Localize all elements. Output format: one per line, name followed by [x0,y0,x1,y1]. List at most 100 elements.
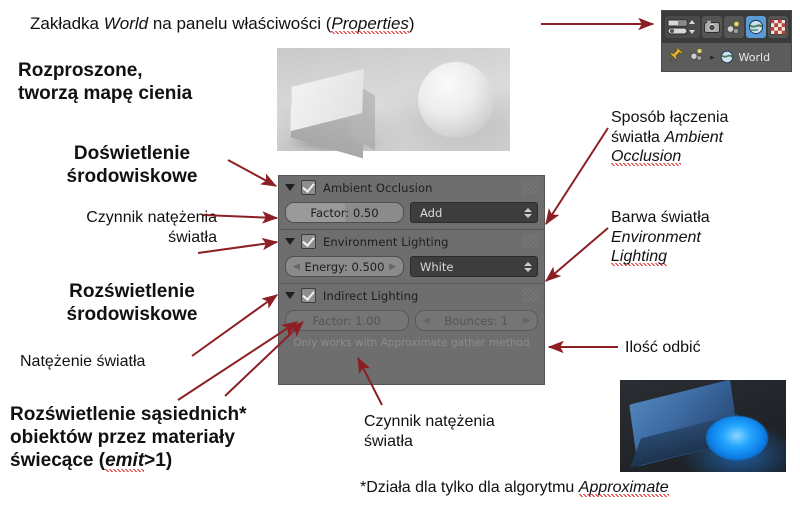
blend-mode-em-ambient: Ambient [664,128,724,146]
env-section-title: Environment Lighting [323,234,449,249]
section-indirect-lighting: Indirect Lighting Factor: 1.00 ◀ Bounces… [279,284,544,354]
world-properties-panel: Ambient Occlusion Factor: 0.50 Add Envir… [278,175,545,385]
dropdown-spinner-icon[interactable] [524,261,532,272]
diffuse-heading: Rozproszone, tworzą mapę cienia [18,60,258,106]
breadcrumb-world-icon [720,50,734,64]
properties-tab-bar[interactable] [662,11,791,43]
indirect-line3-pre: świecące ( [10,449,106,471]
blue-indirect-lighting-render [620,380,786,472]
chevron-down-icon[interactable] [285,292,295,299]
blend-mode-line2: światła Ambient [611,128,796,148]
indirect-heading-line2: obiektów przez materiały [10,426,235,448]
top-caption-pre: Zakładka [30,14,104,33]
indirect-enable-checkbox[interactable] [301,288,316,303]
indirect-factor-value: Factor: 1.00 [312,313,381,328]
grey-ambient-occlusion-render [277,48,510,159]
env-color-value: White [420,259,454,274]
env-color-line1: Barwa światła [611,209,710,226]
top-caption-em-world: World [103,14,149,33]
world-icon[interactable] [745,16,766,38]
env-heading-line1: Rozświetlenie [69,281,195,302]
env-energy-label: Natężenie światła [20,352,220,372]
ao-controls-row: Factor: 0.50 Add [279,199,544,229]
properties-editor-header: ▸ World [661,10,792,72]
ao-section-header[interactable]: Ambient Occlusion [279,176,544,199]
ao-factor-value: Factor: 0.50 [310,205,379,220]
env-color-em-lighting: Lighting [611,248,668,267]
sphere-object [418,62,494,138]
diffuse-heading-line1: Rozproszone, [18,60,143,81]
stepper-left-arrow-icon[interactable]: ◀ [293,262,300,272]
blend-mode-line2-pre: światła [611,128,665,146]
bounces-label-text: Ilość odbić [625,339,701,356]
indirect-section-header[interactable]: Indirect Lighting [279,284,544,307]
ao-factor-label-line2: światła [168,228,217,246]
env-controls-row: ◀ Energy: 0.500 ▶ White [279,253,544,283]
properties-breadcrumb: ▸ World [662,43,791,71]
blend-mode-label: Sposób łączenia światła Ambient Occlusio… [611,108,796,167]
env-section-header[interactable]: Environment Lighting [279,230,544,253]
env-color-em-environment: Environment [611,228,701,246]
stepper-right-arrow-icon[interactable]: ▶ [523,316,530,326]
env-heading-line2: środowiskowe [66,303,198,325]
indirect-lighting-note: Only works with Approximate gather metho… [293,337,530,349]
ao-heading-line1: Doświetlenie [73,143,191,164]
breadcrumb-separator-icon: ▸ [710,51,715,62]
env-color-dropdown[interactable]: White [410,256,538,277]
env-energy-stepper[interactable]: ◀ Energy: 0.500 ▶ [285,256,404,277]
footnote: *Działa dla tylko dla algorytmu Approxim… [360,478,800,498]
dropdown-spinner-icon[interactable] [524,207,532,218]
indirect-bounces-stepper[interactable]: ◀ Bounces: 1 ▶ [414,310,538,331]
stepper-left-arrow-icon[interactable]: ◀ [423,316,430,326]
panel-grip-icon [522,180,539,194]
indirect-factor-line1: Czynnik natężenia [364,413,495,430]
world-data-icon[interactable] [689,47,705,68]
chevron-down-icon[interactable] [285,238,295,245]
top-caption-em-properties: Properties [331,14,409,34]
ao-blend-mode-dropdown[interactable]: Add [410,202,538,223]
arrow-to-env-color-dropdown [545,227,609,282]
blend-mode-em-occlusion: Occlusion [611,148,682,167]
ao-heading: Doświetlenie środowiskowe [22,143,242,189]
breadcrumb-label: World [738,50,771,64]
footnote-em-approximate: Approximate [578,479,669,497]
env-energy-value: Energy: 0.500 [304,259,385,274]
env-heading: Rozświetlenie środowiskowe [22,281,242,327]
ao-section-title: Ambient Occlusion [323,180,433,195]
env-energy-label-text: Natężenie światła [20,353,146,370]
arrow-to-ao-blend-dropdown [545,127,609,226]
top-caption-mid: na panelu właściwości ( [148,14,332,33]
section-environment-lighting: Environment Lighting ◀ Energy: 0.500 ▶ W… [279,230,544,284]
indirect-section-title: Indirect Lighting [323,288,419,303]
diffuse-heading-line2: tworzą mapę cienia [18,82,193,104]
ao-heading-line2: środowiskowe [66,165,198,187]
indirect-line3-em-emit: emit [105,449,145,472]
scene-icon[interactable] [723,16,744,38]
render-camera-icon[interactable] [701,16,722,38]
ao-factor-label-line1: Czynnik natężenia [86,209,217,226]
indirect-factor-slider[interactable]: Factor: 1.00 [285,310,409,331]
stepper-right-arrow-icon[interactable]: ▶ [389,262,396,272]
blend-mode-line3: Occlusion [611,147,796,167]
env-enable-checkbox[interactable] [301,234,316,249]
indirect-controls-row: Factor: 1.00 ◀ Bounces: 1 ▶ [279,307,544,337]
footnote-pre: *Działa dla tylko dla algorytmu [360,479,579,496]
texture-icon[interactable] [767,16,788,38]
ao-factor-slider[interactable]: Factor: 0.50 [285,202,404,223]
indirect-factor-label: Czynnik natężenia światła [364,412,564,451]
indirect-line3-post: >1) [144,449,173,471]
panel-grip-icon [522,234,539,248]
emissive-sphere-glow [706,416,768,460]
top-caption: Zakładka World na panelu właściwości (Pr… [30,14,570,35]
ao-blend-mode-value: Add [420,205,443,220]
pin-icon[interactable] [668,47,684,68]
ao-enable-checkbox[interactable] [301,180,316,195]
chevron-down-icon[interactable] [285,184,295,191]
env-color-label: Barwa światła Environment Lighting [611,208,796,267]
panel-grip-icon [522,288,539,302]
render-layers-group-icon[interactable] [665,16,700,38]
blend-mode-line1: Sposób łączenia [611,109,729,126]
indirect-factor-line2: światła [364,432,413,450]
indirect-heading-line1: Rozświetlenie sąsiednich* [10,404,247,425]
bounces-label: Ilość odbić [625,338,795,358]
